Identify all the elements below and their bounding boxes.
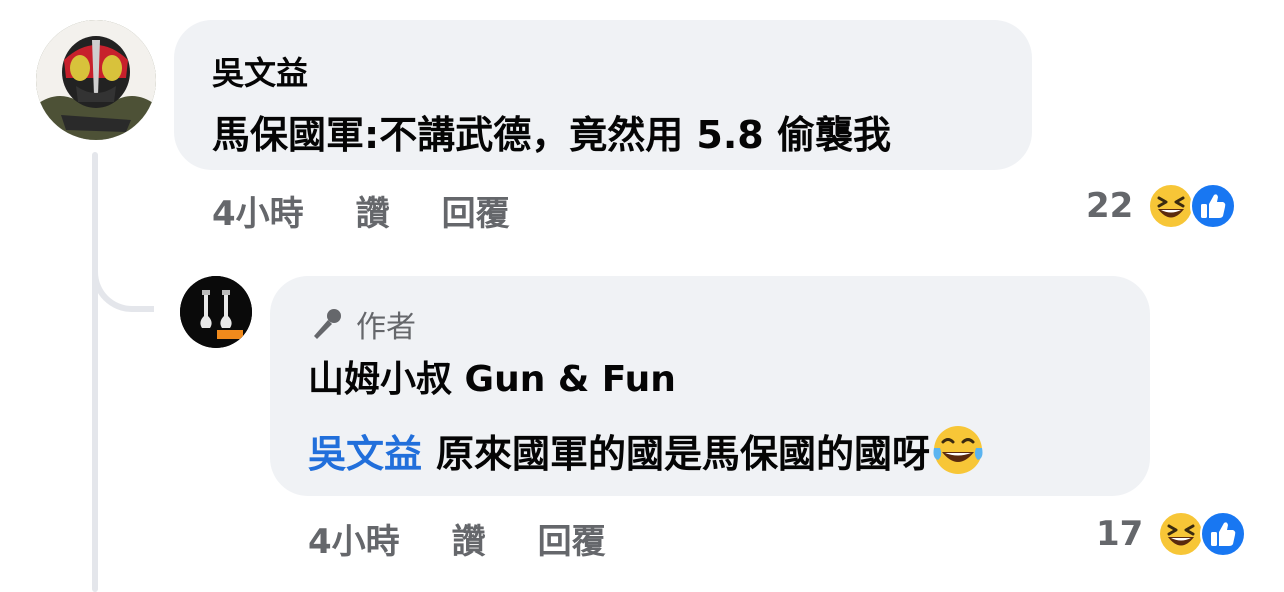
comment-author[interactable]: 吳文益 [212,48,308,94]
reaction-summary[interactable]: 17 [1096,510,1247,558]
comment-time[interactable]: 4小時 [212,186,304,235]
reply-text: 吳文益 原來國軍的國是馬保國的國呀 [308,422,986,478]
reply-button[interactable]: 回覆 [442,186,510,235]
page-avatar[interactable] [180,276,252,348]
mention-link[interactable]: 吳文益 [308,423,422,478]
reaction-count: 22 [1086,186,1134,226]
comment-bubble: 吳文益 馬保國軍:不講武德，竟然用 5.8 偷襲我 [174,20,1032,170]
reply-bubble: 作者 山姆小叔 Gun & Fun 吳文益 原來國軍的國是馬保國的國呀 [270,276,1150,496]
reply-actions: 4小時 讚 回覆 [308,514,606,563]
like-button[interactable]: 讚 [356,186,390,235]
like-button[interactable]: 讚 [452,514,486,563]
reply-connector [92,230,154,312]
avatar[interactable] [36,20,156,140]
reaction-count: 17 [1096,514,1144,554]
like-thumb-icon [1200,511,1247,557]
microphone-icon [314,309,341,339]
tears-of-joy-emoji-icon [933,426,983,474]
reply-button[interactable]: 回覆 [538,514,606,563]
like-thumb-icon [1190,183,1237,229]
thread-line [92,152,98,592]
author-badge-label: 作者 [356,310,416,345]
gun-and-fun-logo [180,276,252,348]
comment-actions: 4小時 讚 回覆 [212,186,510,235]
laughing-emoji-icon [1148,183,1195,229]
reaction-summary[interactable]: 22 [1086,182,1237,230]
reply-author[interactable]: 山姆小叔 Gun & Fun [308,350,676,402]
comment-text: 馬保國軍:不講武德，竟然用 5.8 偷襲我 [212,113,891,157]
author-badge: 作者 [308,302,416,346]
laughing-emoji-icon [1158,511,1205,557]
avatar-image [36,20,156,140]
reply-time[interactable]: 4小時 [308,514,400,563]
reply-body: 原來國軍的國是馬保國的國呀 [436,431,931,476]
